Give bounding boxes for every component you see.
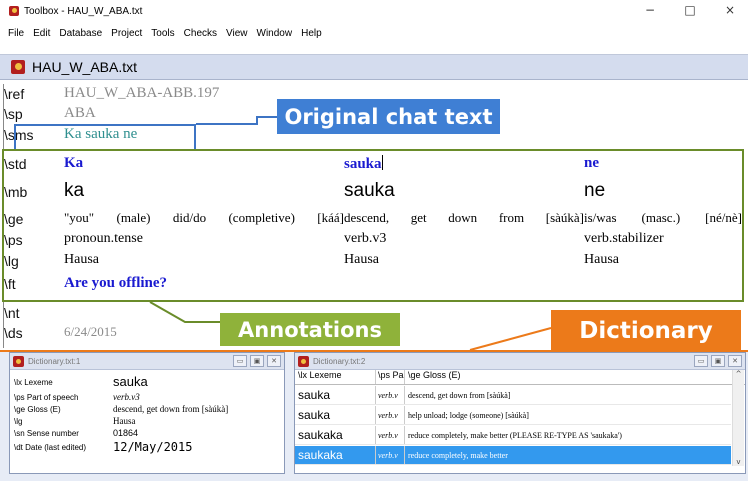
row-gloss: help unload; lodge (someone) [sàúkà] bbox=[408, 410, 529, 420]
row-ps: verb.v bbox=[376, 426, 405, 444]
dictionary-pane-1[interactable]: Dictionary.txt:1 ▭ ▣ ✕ \lx Lexeme sauka … bbox=[9, 352, 285, 474]
column-header-gloss[interactable]: \ge Gloss (E) bbox=[405, 370, 461, 384]
dict1-marker-ps: \ps Part of speech bbox=[14, 393, 79, 402]
dict1-value-ge[interactable]: descend, get down from [sàúkà] bbox=[113, 404, 228, 414]
table-row[interactable]: sauka verb.v descend, get down from [sàú… bbox=[295, 386, 731, 405]
dictionary-pane-2-controls: ▭ ▣ ✕ bbox=[694, 355, 742, 367]
dictionary-table-header: \lx Lexeme \ps Pa \ge Gloss (E) bbox=[295, 370, 745, 385]
dictionary-pane-1-title: Dictionary.txt:1 bbox=[28, 356, 81, 366]
pane-1-close-icon[interactable]: ✕ bbox=[267, 355, 281, 367]
dictionary-pane-2[interactable]: Dictionary.txt:2 ▭ ▣ ✕ \lx Lexeme \ps Pa… bbox=[294, 352, 746, 474]
dict1-marker-ge: \ge Gloss (E) bbox=[14, 405, 61, 414]
annotations-label: Annotations bbox=[220, 313, 400, 346]
table-row-selected[interactable]: saukaka verb.v reduce completely, make b… bbox=[295, 446, 731, 465]
column-header-ps[interactable]: \ps Pa bbox=[376, 370, 405, 384]
chat-callout-line bbox=[196, 116, 277, 125]
dictionary-pane-1-icon bbox=[13, 355, 24, 367]
pane-2-restore-icon[interactable]: ▣ bbox=[711, 355, 725, 367]
row-lexeme: sauka bbox=[295, 406, 376, 424]
row-ps: verb.v bbox=[376, 446, 405, 464]
pane-2-minimize-icon[interactable]: ▭ bbox=[694, 355, 708, 367]
row-lexeme: saukaka bbox=[295, 446, 376, 464]
dictionary-pane-2-title: Dictionary.txt:2 bbox=[313, 356, 366, 366]
table-row[interactable]: sauka verb.v help unload; lodge (someone… bbox=[295, 406, 731, 425]
dict1-marker-sn: \sn Sense number bbox=[14, 429, 79, 438]
pane-2-close-icon[interactable]: ✕ bbox=[728, 355, 742, 367]
row-gloss: reduce completely, make better (PLEASE R… bbox=[408, 430, 622, 440]
dict1-value-sn[interactable]: 01864 bbox=[113, 428, 138, 438]
row-lexeme: saukaka bbox=[295, 426, 376, 444]
pane-1-restore-icon[interactable]: ▣ bbox=[250, 355, 264, 367]
row-ps: verb.v bbox=[376, 386, 405, 404]
dict1-marker-lg: \lg bbox=[14, 417, 23, 426]
dict1-marker-lx: \lx Lexeme bbox=[14, 378, 53, 387]
row-gloss: reduce completely, make better bbox=[408, 450, 508, 460]
dictionary-label: Dictionary bbox=[551, 310, 741, 351]
dictionary-pane-1-controls: ▭ ▣ ✕ bbox=[233, 355, 281, 367]
scroll-down-icon[interactable]: v bbox=[736, 458, 740, 466]
column-header-lexeme[interactable]: \lx Lexeme bbox=[295, 370, 376, 384]
dictionary-callout-line bbox=[469, 327, 552, 351]
row-ps: verb.v bbox=[376, 406, 405, 424]
dictionary-pane-1-titlebar: Dictionary.txt:1 ▭ ▣ ✕ bbox=[10, 353, 284, 370]
dict1-value-lg[interactable]: Hausa bbox=[113, 416, 136, 426]
original-chat-text-label: Original chat text bbox=[277, 99, 500, 134]
dictionary-pane-2-icon bbox=[298, 355, 309, 367]
dict1-value-lx[interactable]: sauka bbox=[113, 374, 148, 389]
pane-1-minimize-icon[interactable]: ▭ bbox=[233, 355, 247, 367]
dict1-marker-dt: \dt Date (last edited) bbox=[14, 443, 87, 452]
annotations-callout-line bbox=[149, 301, 220, 323]
row-lexeme: sauka bbox=[295, 386, 376, 404]
dictionary-scrollbar[interactable]: ^ v bbox=[732, 370, 744, 466]
row-gloss: descend, get down from [sàúkà] bbox=[408, 390, 511, 400]
dictionary-pane-2-titlebar: Dictionary.txt:2 ▭ ▣ ✕ bbox=[295, 353, 745, 370]
table-row[interactable]: saukaka verb.v reduce completely, make b… bbox=[295, 426, 731, 445]
dict1-value-dt[interactable]: 12/May/2015 bbox=[113, 440, 192, 454]
dict1-value-ps[interactable]: verb.v3 bbox=[113, 392, 140, 402]
scroll-up-icon[interactable]: ^ bbox=[736, 370, 742, 378]
